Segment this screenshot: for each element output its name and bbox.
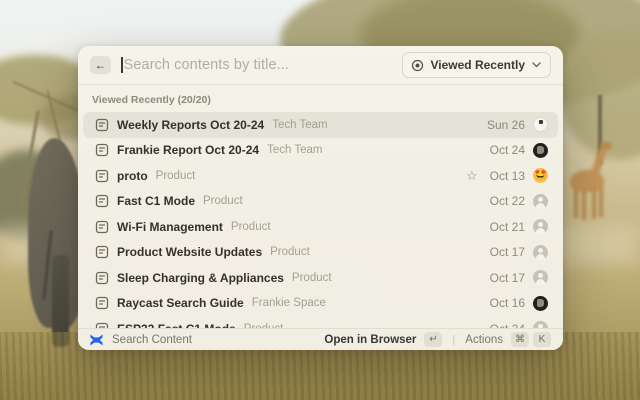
giraffe-leg [582,190,586,220]
giraffe-leg [574,188,578,218]
avatar [533,295,548,311]
item-title: Frankie Report Oct 20-24 [117,143,260,158]
eye-icon [411,59,424,72]
item-title: Weekly Reports Oct 20-24 [117,117,265,132]
item-date: Oct 16 [489,296,525,311]
filter-dropdown-label: Viewed Recently [430,58,526,72]
item-date: Oct 13 [489,168,525,183]
search-placeholder: Search contents by title... [123,57,290,73]
item-title: Fast C1 Mode [117,194,196,209]
avatar [533,244,548,260]
search-input[interactable]: Search contents by title... [121,57,392,73]
enter-key-badge: ↵ [424,332,443,347]
item-title: Product Website Updates [117,245,263,260]
item-subtitle: Product [291,271,332,284]
chevron-down-icon [532,62,541,68]
item-date: Oct 17 [489,245,525,260]
item-date: Oct 21 [489,219,525,234]
list-item[interactable]: Fast C1 Mode Product Oct 22 [83,189,558,215]
giraffe-head [600,142,612,150]
giraffe-leg [599,187,603,217]
filter-dropdown[interactable]: Viewed Recently [401,52,551,78]
list-item[interactable]: Product Website Updates Product Oct 17 [83,240,558,266]
list-item[interactable]: Raycast Search Guide Frankie Space Oct 1… [83,291,558,317]
document-icon [95,271,109,285]
list-item[interactable]: Sleep Charging & Appliances Product Oct … [83,265,558,291]
document-icon [95,194,109,208]
app-logo-icon [90,334,104,346]
avatar [533,219,548,235]
avatar [533,193,548,209]
item-date: Oct 24 [489,143,525,158]
document-icon [95,143,109,157]
footer-command-label: Search Content [112,333,192,346]
item-title: proto [117,168,148,183]
list-item[interactable]: proto Product ☆ Oct 13 🤩 [83,163,558,189]
item-title: Raycast Search Guide [117,296,244,311]
list-item[interactable]: ESP32 Fast C1 Mode Product Oct 24 [83,316,558,328]
back-arrow-icon: ← [94,58,107,72]
actions-button[interactable]: Actions [465,334,503,346]
list-item[interactable]: Frankie Report Oct 20-24 Tech Team Oct 2… [83,138,558,164]
item-subtitle: Frankie Space [251,297,326,310]
document-icon [95,118,109,132]
launcher-window: ← Search contents by title... Viewed Rec… [78,46,563,350]
item-subtitle: Tech Team [272,118,328,131]
giraffe-leg [592,189,596,219]
cmd-key-badge: ⌘ [511,332,529,347]
avatar [533,117,548,133]
avatar [533,270,548,286]
open-in-browser-action[interactable]: Open in Browser [324,334,416,346]
item-date: Oct 17 [489,270,525,285]
k-key-badge: K [533,332,551,347]
avatar [533,321,548,328]
item-subtitle: Product [270,246,310,259]
footer-bar: Search Content Open in Browser ↵ | Actio… [78,328,563,350]
avatar [533,142,548,158]
avatar: 🤩 [533,168,548,184]
results-list: Viewed Recently (20/20) Weekly Reports O… [78,86,563,328]
item-subtitle: Product [203,195,243,208]
document-icon [95,296,109,310]
list-item[interactable]: Weekly Reports Oct 20-24 Tech Team Sun 2… [83,112,558,138]
search-bar: ← Search contents by title... Viewed Rec… [78,46,563,85]
item-date: Oct 22 [489,194,525,209]
document-icon [95,169,109,183]
footer-separator: | [452,333,456,346]
text-caret [121,57,123,73]
item-subtitle: Product [155,169,196,182]
item-date: Sun 26 [486,117,525,132]
item-subtitle: Tech Team [267,144,323,157]
item-subtitle: Product [230,220,271,233]
star-icon: ☆ [465,168,478,184]
item-title: Sleep Charging & Appliances [117,270,284,285]
list-item[interactable]: Wi-Fi Management Product Oct 21 [83,214,558,240]
document-icon [95,220,109,234]
document-icon [95,245,109,259]
item-title: Wi-Fi Management [117,219,223,234]
section-header: Viewed Recently (20/20) [92,94,211,106]
back-button[interactable]: ← [90,56,111,74]
